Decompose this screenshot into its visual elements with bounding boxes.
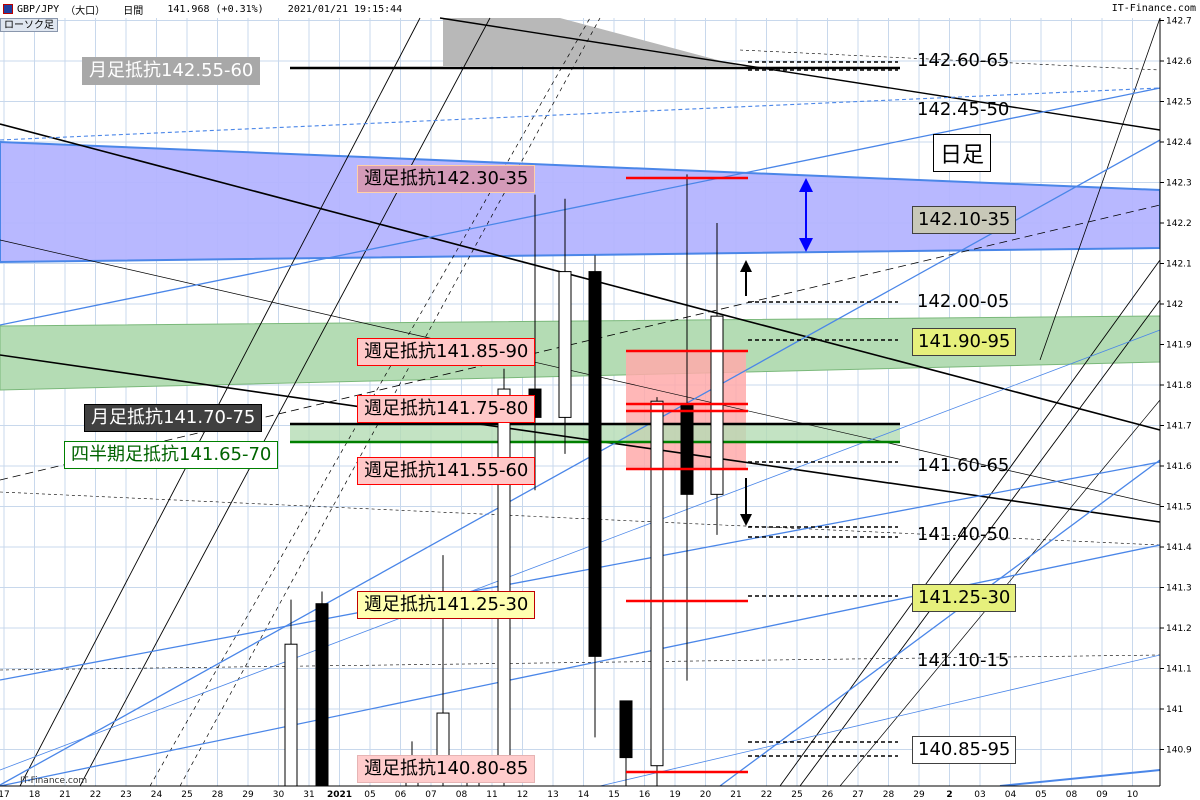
x-tick-label: 09 bbox=[1096, 790, 1108, 800]
x-tick-label: 16 bbox=[639, 790, 651, 800]
x-tick-label: 21 bbox=[730, 790, 741, 800]
period-text: 日間 bbox=[123, 5, 144, 17]
x-tick-label: 03 bbox=[974, 790, 985, 800]
annotation-quarterly-141-65: 四半期足抵抗141.65-70 bbox=[64, 441, 279, 469]
x-tick-label: 05 bbox=[1035, 790, 1046, 800]
broker-text: （大口） bbox=[65, 5, 106, 17]
level-141-25: 141.25-30 bbox=[912, 584, 1017, 612]
x-tick-label: 11 bbox=[486, 790, 497, 800]
level-141-60: 141.60-65 bbox=[917, 455, 1010, 476]
y-tick-label: 141 bbox=[1166, 705, 1183, 715]
annotation-weekly-141-75: 週足抵抗141.75-80 bbox=[357, 395, 536, 423]
x-tick-label: 07 bbox=[425, 790, 436, 800]
y-tick-label: 142.2 bbox=[1166, 219, 1192, 229]
level-140-85: 140.85-95 bbox=[912, 736, 1017, 764]
y-tick-label: 140.9 bbox=[1166, 746, 1192, 756]
annotation-weekly-142-30: 週足抵抗142.30-35 bbox=[357, 165, 536, 193]
y-tick-label: 142.7 bbox=[1166, 17, 1192, 27]
brand-text: IT-Finance.com bbox=[1111, 3, 1196, 14]
x-tick-label: 10 bbox=[1127, 790, 1139, 800]
currency-flag-icon bbox=[3, 4, 13, 14]
x-tick-label: 27 bbox=[852, 790, 863, 800]
x-tick-label: 28 bbox=[212, 790, 224, 800]
x-tick-label: 23 bbox=[120, 790, 131, 800]
chart-type-tab[interactable]: ローソク足 bbox=[0, 18, 58, 32]
price-text: 141.968 bbox=[167, 3, 210, 15]
annotation-weekly-141-85: 週足抵抗141.85-90 bbox=[357, 338, 536, 366]
x-tick-label: 29 bbox=[242, 790, 254, 800]
candle-body bbox=[619, 700, 633, 759]
x-tick-label: 25 bbox=[791, 790, 802, 800]
change-text: (+0.31%) bbox=[215, 3, 264, 15]
candle-body bbox=[680, 404, 694, 495]
annotation-monthly-142-55: 月足抵抗142.55-60 bbox=[82, 57, 261, 85]
chart-title-bar: GBP/JPY （大口） 日間 141.968 (+0.31%) 2021/01… bbox=[0, 0, 1200, 18]
y-tick-label: 141.9 bbox=[1166, 341, 1192, 351]
y-tick-label: 142.5 bbox=[1166, 98, 1192, 108]
x-tick-label: 28 bbox=[883, 790, 895, 800]
y-tick-label: 142.1 bbox=[1166, 260, 1192, 270]
x-tick-label: 18 bbox=[29, 790, 41, 800]
x-axis-panel bbox=[0, 786, 1200, 800]
x-tick-label: 26 bbox=[822, 790, 834, 800]
x-tick-label: 19 bbox=[669, 790, 681, 800]
level-141-40: 141.40-50 bbox=[917, 524, 1010, 545]
datetime-text: 2021/01/21 19:15:44 bbox=[287, 3, 403, 15]
level-142-60: 142.60-65 bbox=[917, 50, 1010, 71]
annotation-weekly-141-55: 週足抵抗141.55-60 bbox=[357, 457, 536, 485]
annotation-monthly-141-70: 月足抵抗141.70-75 bbox=[84, 404, 263, 432]
x-tick-label: 22 bbox=[761, 790, 772, 800]
x-tick-label: 14 bbox=[578, 790, 590, 800]
x-tick-label: 15 bbox=[608, 790, 619, 800]
y-tick-label: 141.6 bbox=[1166, 462, 1192, 472]
annotation-weekly-140-80: 週足抵抗140.80-85 bbox=[357, 755, 536, 783]
level-142-00: 142.00-05 bbox=[917, 291, 1010, 312]
x-tick-label: 12 bbox=[517, 790, 528, 800]
x-tick-label: 05 bbox=[364, 790, 375, 800]
candle-body bbox=[497, 388, 511, 771]
y-tick-label: 142.6 bbox=[1166, 57, 1192, 67]
candle-body bbox=[650, 400, 664, 767]
x-tick-label: 24 bbox=[151, 790, 163, 800]
annotation-weekly-141-25: 週足抵抗141.25-30 bbox=[357, 591, 536, 619]
y-tick-label: 141.3 bbox=[1166, 584, 1192, 594]
y-tick-label: 142.3 bbox=[1166, 179, 1192, 189]
candle-body bbox=[315, 603, 329, 787]
candlestick-chart: 142.7142.6142.5142.4142.3142.2142.114214… bbox=[0, 17, 1200, 800]
candle-body bbox=[588, 271, 602, 657]
x-tick-label: 08 bbox=[456, 790, 468, 800]
x-tick-label: 29 bbox=[913, 790, 925, 800]
y-tick-label: 142 bbox=[1166, 300, 1183, 310]
x-tick-label: 08 bbox=[1066, 790, 1078, 800]
timeframe-label: 日足 bbox=[933, 134, 992, 172]
y-tick-label: 141.4 bbox=[1166, 543, 1192, 553]
y-tick-label: 141.5 bbox=[1166, 503, 1192, 513]
x-tick-label: 06 bbox=[395, 790, 407, 800]
symbol-text: GBP/JPY bbox=[17, 3, 60, 15]
x-tick-label: 2021 bbox=[327, 790, 352, 800]
level-141-90: 141.90-95 bbox=[912, 328, 1017, 356]
x-tick-label: 30 bbox=[273, 790, 285, 800]
x-tick-label: 17 bbox=[0, 790, 10, 800]
y-tick-label: 141.2 bbox=[1166, 624, 1192, 634]
level-142-45: 142.45-50 bbox=[917, 99, 1010, 120]
x-tick-label: 2 bbox=[946, 790, 952, 800]
level-142-10: 142.10-35 bbox=[912, 206, 1017, 234]
candle-body bbox=[284, 643, 298, 787]
y-tick-label: 141.1 bbox=[1166, 665, 1192, 675]
x-tick-label: 31 bbox=[303, 790, 314, 800]
x-tick-label: 22 bbox=[90, 790, 101, 800]
y-tick-label: 141.7 bbox=[1166, 422, 1192, 432]
x-tick-label: 21 bbox=[59, 790, 70, 800]
level-141-10: 141.10-15 bbox=[917, 650, 1010, 671]
x-tick-label: 25 bbox=[181, 790, 192, 800]
x-tick-label: 20 bbox=[700, 790, 712, 800]
candle-body bbox=[558, 271, 572, 418]
watermark: IT-Finance.com bbox=[20, 776, 88, 786]
x-tick-label: 04 bbox=[1005, 790, 1017, 800]
x-tick-label: 13 bbox=[547, 790, 558, 800]
y-tick-label: 141.8 bbox=[1166, 381, 1192, 391]
y-tick-label: 142.4 bbox=[1166, 138, 1192, 148]
